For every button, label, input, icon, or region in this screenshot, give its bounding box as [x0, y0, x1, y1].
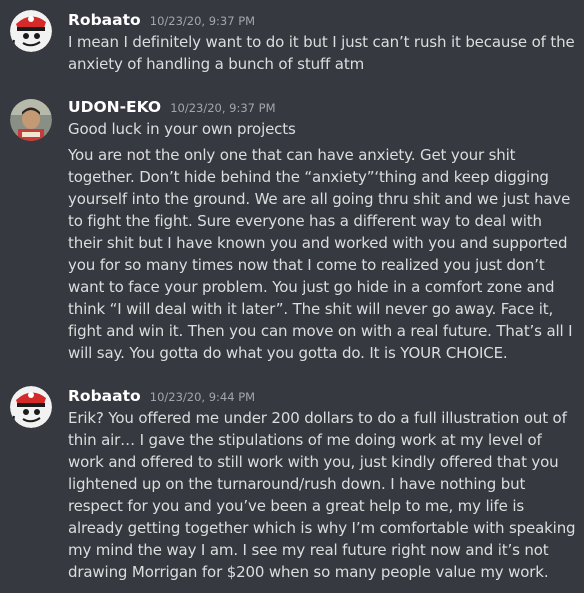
message-text: Good luck in your own projects [68, 120, 296, 138]
author-username[interactable]: Robaato [68, 11, 141, 29]
author-username[interactable]: UDON-EKO [68, 98, 161, 116]
message-text: I mean I definitely want to do it but I … [68, 33, 575, 73]
message-header: UDON-EKO 10/23/20, 9:37 PM [68, 97, 276, 117]
message-timestamp: 10/23/20, 9:44 PM [149, 390, 256, 404]
message-text: Erik? You offered me under 200 dollars t… [68, 409, 576, 581]
message-header: Robaato 10/23/20, 9:37 PM [68, 10, 255, 30]
robaato-avatar-icon[interactable] [10, 386, 52, 428]
robaato-avatar-icon[interactable] [10, 10, 52, 52]
message-text: You are not the only one that can have a… [68, 146, 573, 362]
message-header: Robaato 10/23/20, 9:44 PM [68, 386, 255, 406]
message-timestamp: 10/23/20, 9:37 PM [149, 14, 256, 28]
author-username[interactable]: Robaato [68, 387, 141, 405]
message-timestamp: 10/23/20, 9:37 PM [170, 101, 276, 115]
chat-message-list: Robaato 10/23/20, 9:37 PM I mean I defin… [0, 0, 584, 593]
udon-eko-avatar-icon[interactable] [10, 99, 52, 141]
